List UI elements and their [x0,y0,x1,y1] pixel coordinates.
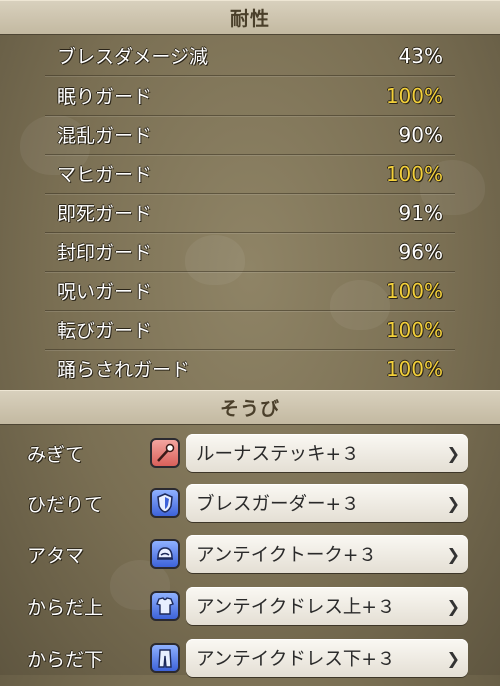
chevron-right-icon: ❯ [446,596,460,616]
equipment-header-title: そうび [219,397,280,420]
resistance-value: 43% [398,43,443,68]
equipment-slot-label: ひだりて [27,493,104,516]
equipment-item-button[interactable]: アンテイクドレス上+３ ❯ [186,587,468,625]
resistance-label: 即死ガード [57,203,153,225]
equipment-item-button[interactable]: ブレスガーダー+３ ❯ [186,484,468,522]
resistance-label: 踊らされガード [57,359,191,381]
resistance-row: 混乱ガード 90% [45,115,455,155]
leg-armor-icon [150,643,180,673]
equipment-item-name: アンテイクドレス下+３ [196,649,396,670]
equipment-item-name: ブレスガーダー+３ [196,494,360,515]
resistance-value: 100% [385,161,443,186]
resistance-row: 即死ガード 91% [45,193,455,233]
equipment-item-name: アンテイクトーク+３ [196,545,377,566]
chevron-right-icon: ❯ [446,648,460,668]
resistance-value: 91% [398,200,443,225]
equipment-item-name: アンテイクドレス上+３ [196,597,396,618]
resistance-label: 混乱ガード [57,125,153,147]
resistance-value: 100% [385,356,443,381]
equipment-row-head[interactable]: アタマ アンテイクトーク+３ ❯ [0,526,500,582]
equipment-item-name: ルーナステッキ+３ [196,444,360,465]
resistance-value: 96% [398,239,443,264]
resistance-row: マヒガード 100% [45,154,455,194]
staff-icon [150,438,180,468]
helmet-icon [150,539,180,569]
equipment-slot-label: からだ上 [27,596,104,619]
chevron-right-icon: ❯ [446,443,460,463]
equipment-row-body-upper[interactable]: からだ上 アンテイクドレス上+３ ❯ [0,578,500,634]
resistance-row: 封印ガード 96% [45,232,455,272]
resistance-label: マヒガード [57,164,153,186]
equipment-row-left-hand[interactable]: ひだりて ブレスガーダー+３ ❯ [0,475,500,531]
equipment-item-button[interactable]: アンテイクドレス下+３ ❯ [186,639,468,677]
chevron-right-icon: ❯ [446,544,460,564]
resistance-row: 踊らされガード 100% [45,349,455,388]
resistance-value: 90% [398,122,443,147]
resistance-value: 100% [385,278,443,303]
equipment-slot-label: アタマ [27,544,85,567]
resistance-label: 封印ガード [57,242,153,264]
resistance-label: 呪いガード [57,281,153,303]
resistance-row: 眠りガード 100% [45,76,455,116]
resistance-label: 眠りガード [57,86,153,108]
resistance-row: ブレスダメージ減 43% [45,36,455,76]
resistance-value: 100% [385,317,443,342]
resistance-value: 100% [385,83,443,108]
resistance-label: 転びガード [57,320,153,342]
equipment-row-right-hand[interactable]: みぎて ルーナステッキ+３ ❯ [0,425,500,481]
resistance-header: 耐性 [0,0,500,34]
equipment-item-button[interactable]: アンテイクトーク+３ ❯ [186,535,468,573]
equipment-slot-label: からだ下 [27,648,104,671]
resistance-label: ブレスダメージ減 [57,46,209,68]
equipment-row-body-lower[interactable]: からだ下 アンテイクドレス下+３ ❯ [0,630,500,686]
resistance-row: 転びガード 100% [45,310,455,350]
torso-armor-icon [150,591,180,621]
equipment-slot-label: みぎて [27,443,85,466]
equipment-item-button[interactable]: ルーナステッキ+３ ❯ [186,434,468,472]
shield-icon [150,488,180,518]
resistance-header-title: 耐性 [229,7,270,30]
resistance-row: 呪いガード 100% [45,271,455,311]
chevron-right-icon: ❯ [446,493,460,513]
equipment-header: そうび [0,390,500,424]
